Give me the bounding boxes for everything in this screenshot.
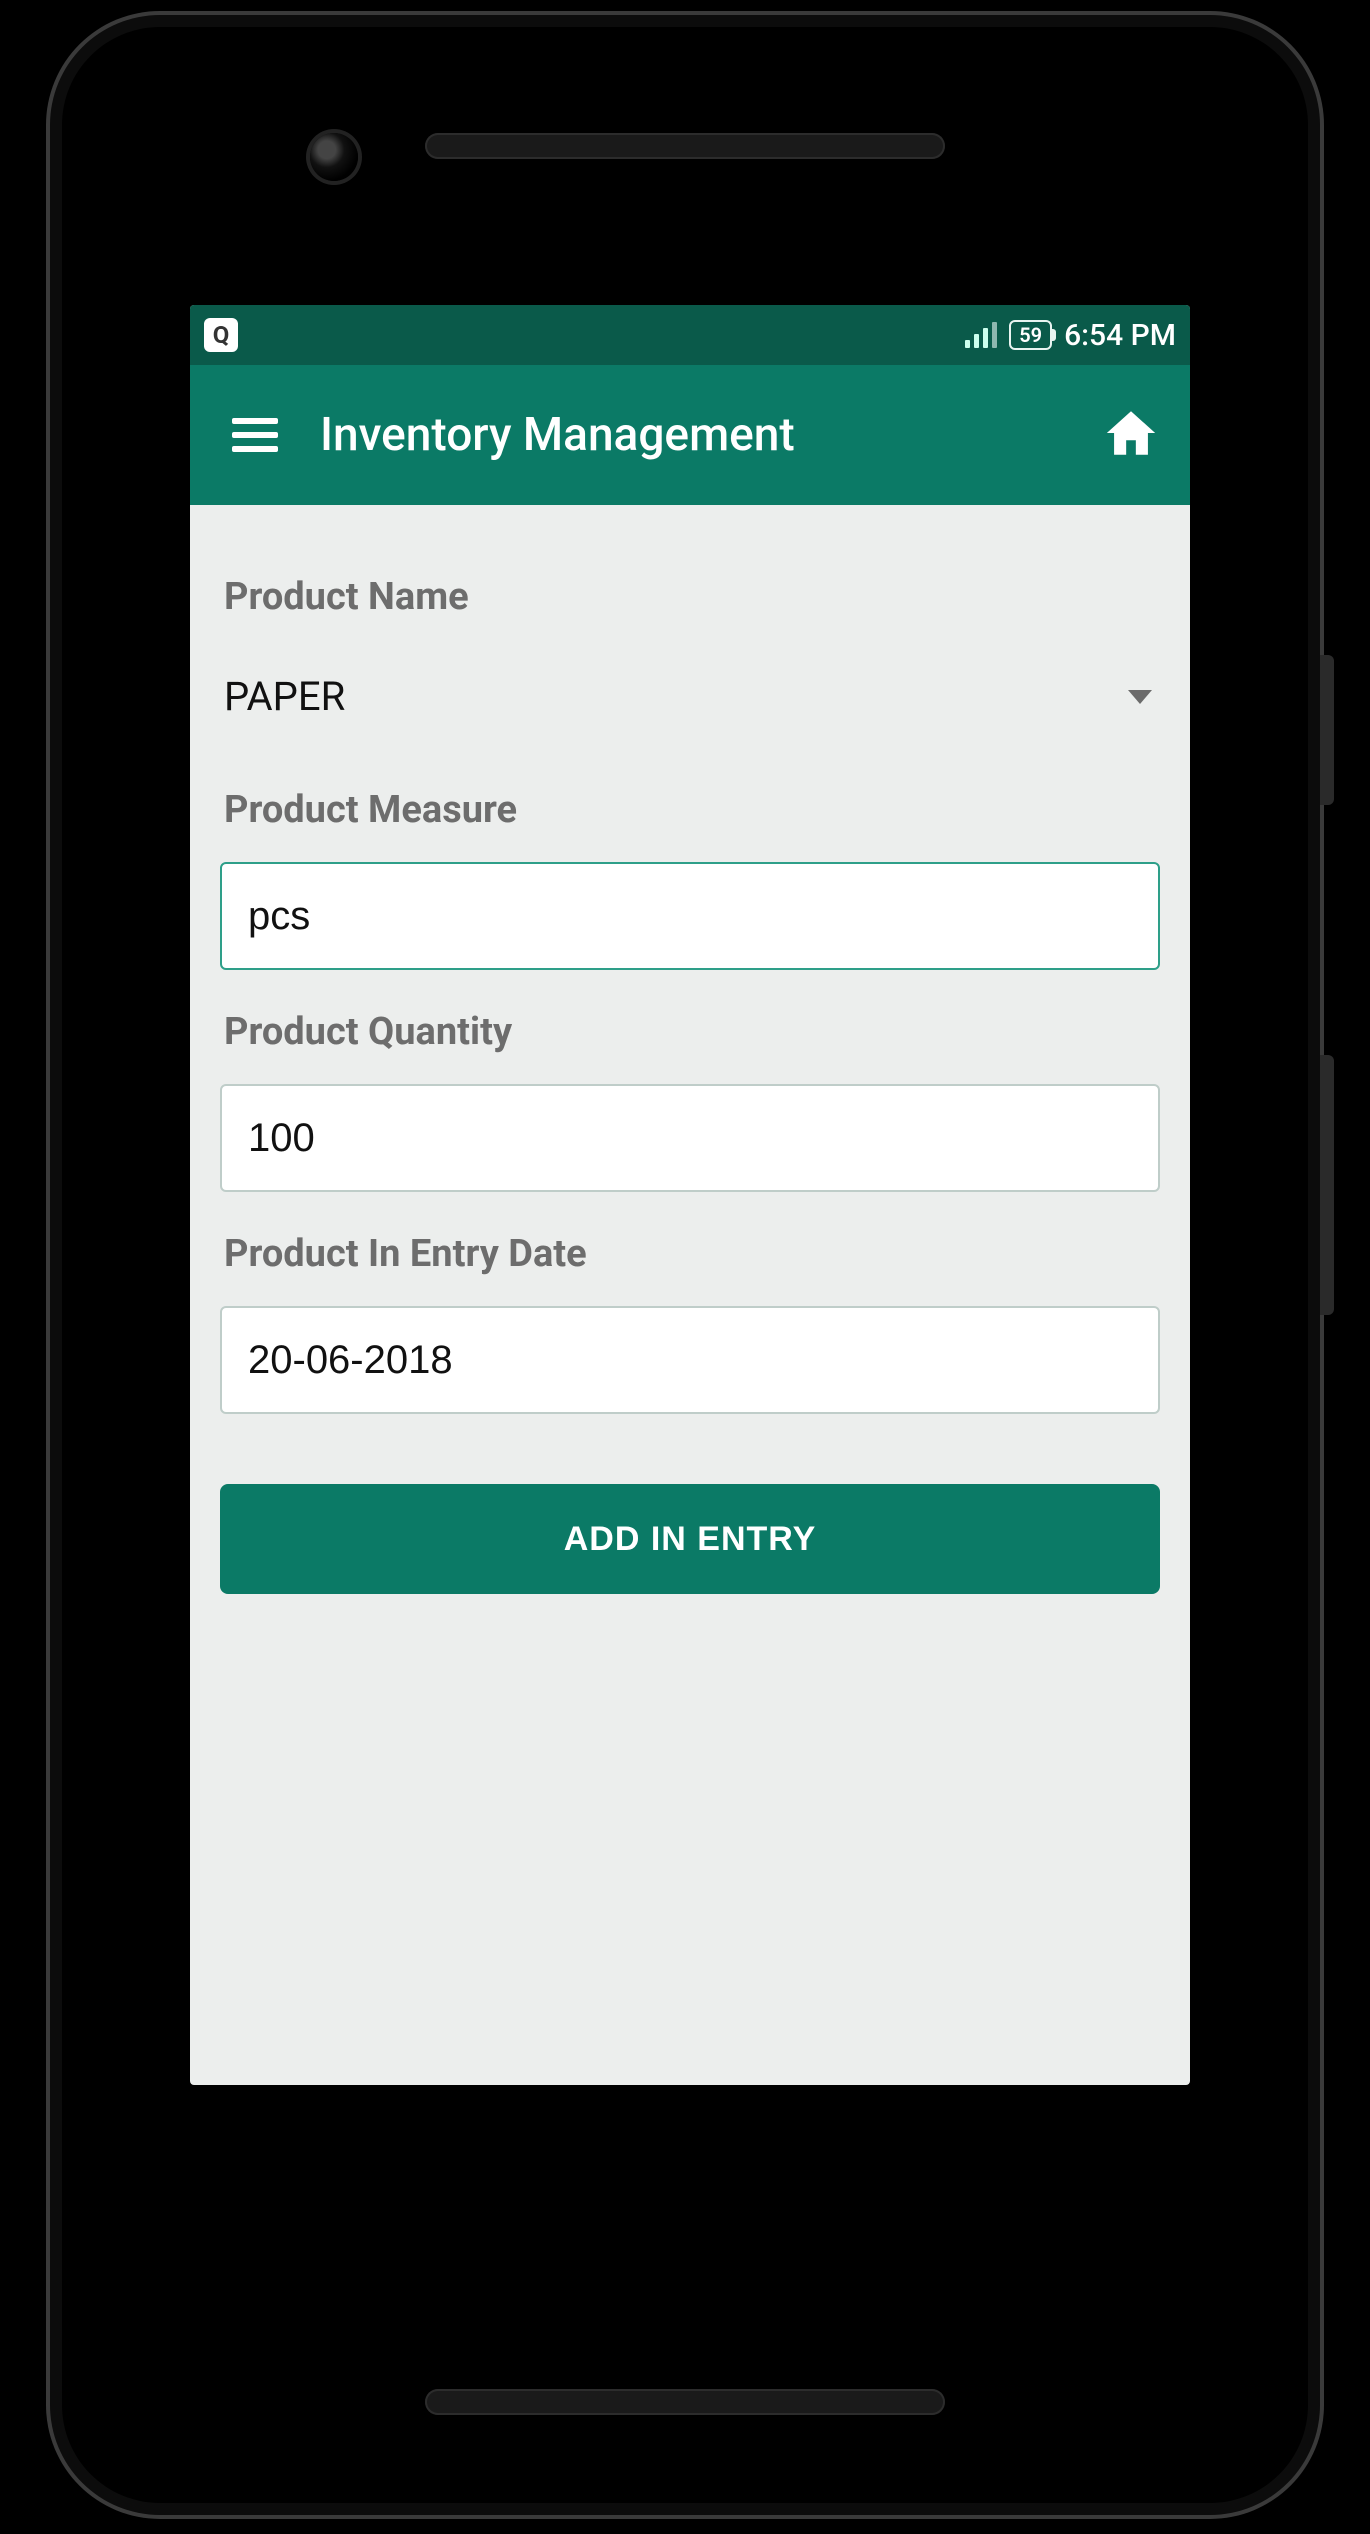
page-title: Inventory Management — [290, 408, 1102, 462]
notification-app-icon: Q — [204, 318, 238, 352]
entry-date-input[interactable] — [220, 1306, 1160, 1414]
chevron-down-icon — [1128, 690, 1152, 704]
product-name-value: PAPER — [224, 673, 345, 720]
battery-indicator: 59 — [1009, 320, 1052, 350]
signal-icon — [965, 322, 997, 348]
bottom-speaker — [425, 2389, 945, 2415]
status-clock: 6:54 PM — [1064, 318, 1176, 353]
app-bar: Inventory Management — [190, 365, 1190, 505]
phone-side-button — [1320, 1055, 1334, 1315]
earpiece — [425, 133, 945, 159]
menu-icon[interactable] — [220, 406, 290, 464]
add-in-entry-button[interactable]: ADD IN ENTRY — [220, 1484, 1160, 1594]
status-bar: Q 59 6:54 PM — [190, 305, 1190, 365]
phone-frame: Q 59 6:54 PM Inventory Management — [50, 15, 1320, 2515]
home-icon[interactable] — [1102, 404, 1160, 466]
phone-side-button — [1320, 655, 1334, 805]
product-quantity-label: Product Quantity — [224, 1010, 1160, 1054]
product-name-label: Product Name — [224, 575, 1160, 619]
product-name-dropdown[interactable]: PAPER — [220, 649, 1160, 748]
product-quantity-input[interactable] — [220, 1084, 1160, 1192]
battery-percent: 59 — [1019, 323, 1042, 347]
product-measure-input[interactable] — [220, 862, 1160, 970]
product-measure-label: Product Measure — [224, 788, 1160, 832]
front-camera — [310, 133, 358, 181]
screen: Q 59 6:54 PM Inventory Management — [190, 305, 1190, 2085]
entry-date-label: Product In Entry Date — [224, 1232, 1160, 1276]
form: Product Name PAPER Product Measure Produ… — [190, 505, 1190, 1594]
